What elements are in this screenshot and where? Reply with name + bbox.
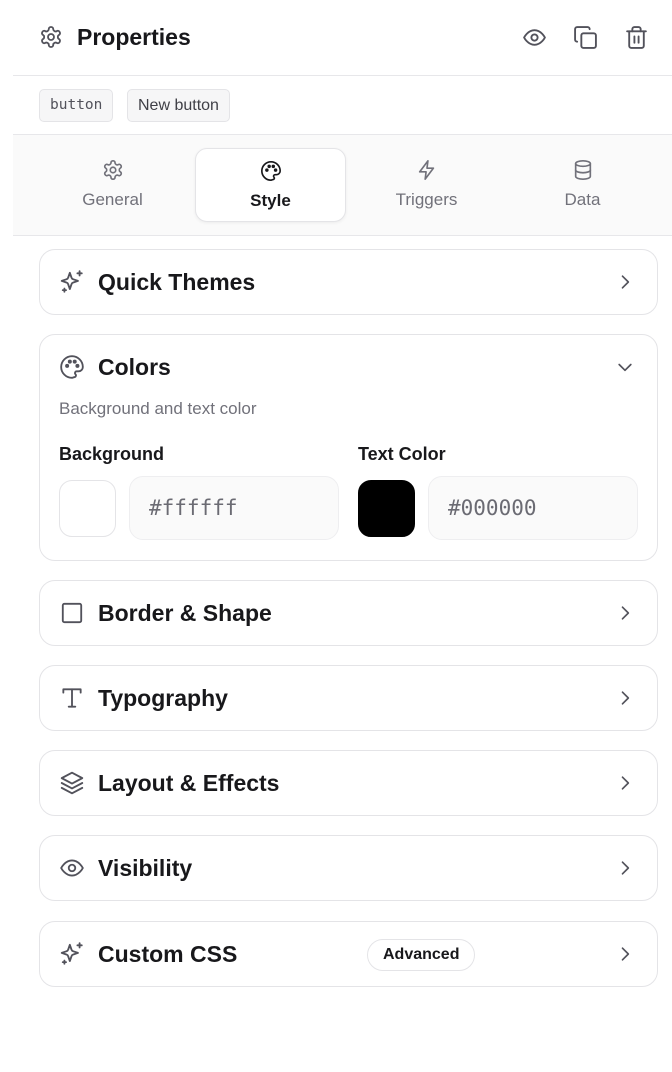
section-title: Visibility [98, 855, 193, 881]
advanced-badge: Advanced [367, 939, 476, 971]
section-layout-effects: Layout & Effects [39, 750, 658, 816]
type-icon [62, 688, 82, 708]
section-title: Quick Themes [98, 269, 256, 295]
panel-header: Properties [13, 0, 672, 76]
chevron-right-icon [621, 691, 630, 705]
square-icon [61, 602, 83, 624]
text-color-swatch[interactable] [358, 480, 415, 537]
section-title: Colors [98, 354, 171, 380]
tab-label: Style [250, 191, 291, 210]
background-color-swatch[interactable] [59, 480, 116, 537]
tab-data[interactable]: Data [507, 148, 658, 222]
lightning-icon [418, 160, 434, 180]
preview-button[interactable] [519, 22, 549, 52]
section-title: Custom CSS [98, 941, 238, 967]
layers-icon [60, 771, 84, 795]
palette-icon [260, 161, 281, 181]
border-shape-header[interactable]: Border & Shape [40, 581, 657, 645]
tab-general[interactable]: General [37, 148, 188, 222]
section-title: Typography [98, 685, 228, 711]
section-title: Border & Shape [98, 600, 272, 626]
gear-icon [41, 26, 61, 48]
tab-label: Triggers [395, 190, 458, 209]
gear-icon [103, 160, 122, 180]
colors-description: Background and text color [59, 399, 257, 418]
chevron-right-icon [621, 861, 630, 875]
chevron-right-icon [621, 606, 630, 620]
section-colors: Colors Background and text color Backgro… [39, 334, 658, 561]
database-icon [574, 160, 591, 180]
typography-header[interactable]: Typography [40, 666, 657, 730]
colors-header[interactable]: Colors [40, 335, 657, 399]
chevron-right-icon [621, 275, 630, 289]
element-name-tag: New button [127, 89, 230, 122]
visibility-header[interactable]: Visibility [40, 836, 657, 900]
tab-triggers[interactable]: Triggers [351, 148, 502, 222]
background-label: Background [59, 444, 165, 464]
element-type-tag: button [39, 89, 114, 122]
sparkles-icon [60, 270, 83, 293]
chevron-down-icon [618, 363, 632, 372]
sparkles-icon [60, 942, 83, 965]
tab-style[interactable]: Style [195, 148, 346, 222]
quick-themes-header[interactable]: Quick Themes [40, 250, 657, 314]
section-typography: Typography [39, 665, 658, 731]
section-visibility: Visibility [39, 835, 658, 901]
element-tags: button New button [13, 76, 672, 135]
text-color-label: Text Color [358, 444, 446, 464]
section-quick-themes: Quick Themes [39, 249, 658, 315]
background-hex-input[interactable]: #ffffff [129, 476, 339, 540]
delete-button[interactable] [621, 22, 651, 52]
palette-icon [60, 355, 84, 379]
layout-effects-header[interactable]: Layout & Effects [40, 751, 657, 815]
duplicate-button[interactable] [570, 22, 600, 52]
trash-icon [625, 25, 647, 49]
text-color-hex-input[interactable]: #000000 [428, 476, 638, 540]
eye-icon [60, 859, 84, 877]
custom-css-header[interactable]: Custom CSS Advanced [40, 922, 657, 986]
tab-label: General [82, 190, 143, 209]
properties-panel: Properties button New button General Sty… [13, 0, 672, 1072]
chevron-right-icon [621, 776, 630, 790]
section-custom-css: Custom CSS Advanced [39, 921, 658, 987]
eye-icon [522, 28, 546, 46]
panel-title: Properties [77, 24, 191, 50]
chevron-right-icon [621, 947, 630, 961]
section-border-shape: Border & Shape [39, 580, 658, 646]
tab-label: Data [564, 190, 601, 209]
property-tabs: General Style Triggers Data [13, 135, 672, 236]
copy-icon [573, 25, 597, 49]
section-title: Layout & Effects [98, 770, 280, 796]
